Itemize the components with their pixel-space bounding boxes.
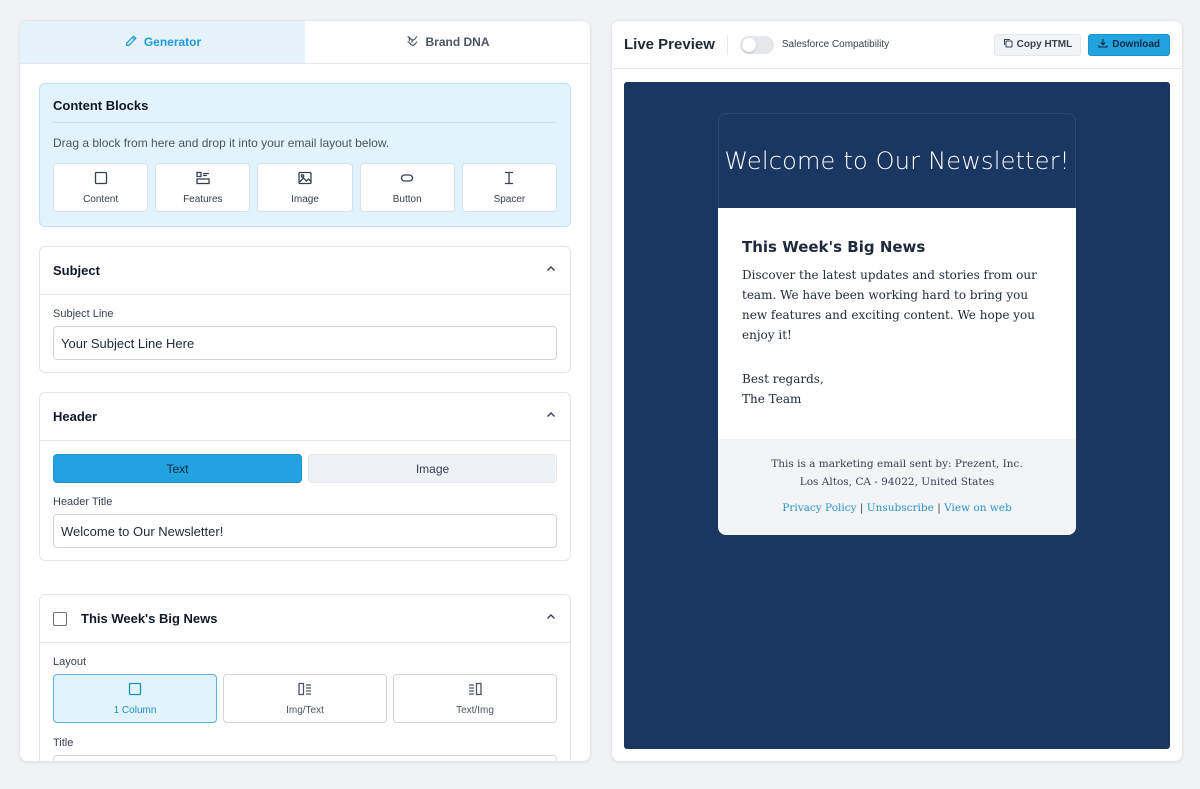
dna-icon (405, 34, 419, 51)
block-image[interactable]: Image (257, 163, 353, 212)
email-preview-canvas[interactable]: Welcome to Our Newsletter! This Week's B… (624, 82, 1170, 749)
pill-icon (399, 170, 415, 189)
layout-option-label: Text/Img (456, 705, 494, 716)
block-label: Content (83, 194, 119, 205)
unsubscribe-link[interactable]: Unsubscribe (867, 502, 934, 514)
header-title-label: Header Title (53, 496, 113, 508)
header-section-title: Header (53, 409, 98, 424)
block-features[interactable]: Features (155, 163, 251, 212)
single-column-icon (127, 681, 143, 700)
news-section-header[interactable]: This Week's Big News (40, 595, 570, 643)
header-title-input[interactable] (53, 514, 557, 548)
block-label: Image (291, 194, 319, 205)
news-section: This Week's Big News Layout 1 Column Img… (39, 594, 571, 761)
panel-tabs: Generator Brand DNA (20, 21, 590, 64)
tab-generator-label: Generator (143, 35, 202, 49)
download-label: Download (1112, 39, 1160, 50)
block-button[interactable]: Button (359, 163, 455, 212)
download-button[interactable]: Download (1088, 33, 1170, 56)
chevron-up-icon[interactable] (545, 408, 557, 426)
copy-html-button[interactable]: Copy HTML (993, 33, 1082, 56)
header-mode-image-button[interactable]: Image (308, 454, 557, 483)
subject-section-header[interactable]: Subject (40, 247, 570, 295)
tab-generator[interactable]: Generator (20, 21, 305, 63)
img-text-icon (297, 681, 313, 700)
email-sign-line1: Best regards, (742, 372, 824, 386)
link-separator: | (859, 502, 864, 514)
divider (726, 34, 728, 55)
layout-label: Layout (53, 656, 87, 668)
subject-section-title: Subject (53, 263, 100, 278)
block-spacer[interactable]: Spacer (461, 163, 558, 212)
section-checkbox[interactable] (53, 611, 67, 626)
generator-scroll-area[interactable]: Content Blocks Drag a block from here an… (20, 64, 590, 761)
square-icon (93, 170, 109, 189)
block-label: Button (392, 194, 422, 205)
preview-header: Live Preview Salesforce Compatibility Co… (612, 21, 1182, 69)
email-sign-line2: The Team (742, 392, 802, 406)
news-title-input[interactable] (53, 755, 557, 761)
email-card: Welcome to Our Newsletter! This Week's B… (718, 113, 1076, 535)
header-section-header[interactable]: Header (40, 393, 570, 441)
email-footer: This is a marketing email sent by: Preze… (718, 439, 1076, 535)
layout-option-label: Img/Text (286, 705, 324, 716)
spacer-icon (501, 170, 517, 189)
header-section: Header Text Image Header Title (39, 392, 571, 561)
email-body-text: Discover the latest updates and stories … (742, 268, 1037, 342)
salesforce-compatibility-toggle[interactable] (739, 35, 774, 54)
news-title-label: Title (53, 737, 74, 749)
chevron-up-icon[interactable] (545, 262, 557, 280)
content-blocks-title: Content Blocks (53, 98, 557, 123)
subject-section: Subject Subject Line (39, 246, 571, 373)
subject-line-input[interactable] (53, 326, 557, 360)
tab-brand-dna-label: Brand DNA (425, 35, 490, 49)
block-label: Spacer (493, 194, 526, 205)
salesforce-compatibility-label: Salesforce Compatibility (781, 39, 890, 50)
email-body-title: This Week's Big News (742, 238, 926, 256)
generator-panel: Generator Brand DNA Content Blocks Drag … (19, 20, 591, 762)
tab-brand-dna[interactable]: Brand DNA (305, 21, 590, 63)
features-icon (195, 170, 211, 189)
image-icon (297, 170, 313, 189)
header-mode-text-button[interactable]: Text (53, 454, 302, 483)
footer-line2: Los Altos, CA - 94022, United States (799, 476, 995, 488)
copy-icon (1003, 38, 1013, 51)
view-on-web-link[interactable]: View on web (944, 502, 1012, 514)
block-content[interactable]: Content (53, 163, 149, 212)
preview-panel: Live Preview Salesforce Compatibility Co… (611, 20, 1183, 762)
layout-text-img[interactable]: Text/Img (393, 674, 557, 723)
news-section-title: This Week's Big News (81, 611, 218, 626)
footer-line1: This is a marketing email sent by: Preze… (771, 458, 1023, 470)
layout-1-column[interactable]: 1 Column (53, 674, 217, 723)
layout-option-label: 1 Column (113, 705, 157, 716)
subject-line-label: Subject Line (53, 308, 114, 320)
privacy-policy-link[interactable]: Privacy Policy (782, 502, 856, 514)
preview-title: Live Preview (624, 36, 715, 53)
email-body: This Week's Big News Discover the latest… (718, 208, 1076, 439)
layout-img-text[interactable]: Img/Text (223, 674, 387, 723)
header-mode-toggle: Text Image (53, 454, 557, 483)
pencil-icon (124, 34, 138, 51)
content-blocks-description: Drag a block from here and drop it into … (53, 136, 390, 150)
block-label: Features (183, 194, 223, 205)
email-header-title: Welcome to Our Newsletter! (718, 113, 1076, 208)
chevron-up-icon[interactable] (545, 610, 557, 628)
download-icon (1098, 38, 1108, 51)
link-separator: | (937, 502, 941, 514)
copy-html-label: Copy HTML (1016, 39, 1073, 50)
text-img-icon (467, 681, 483, 700)
content-blocks-panel: Content Blocks Drag a block from here an… (39, 83, 571, 227)
